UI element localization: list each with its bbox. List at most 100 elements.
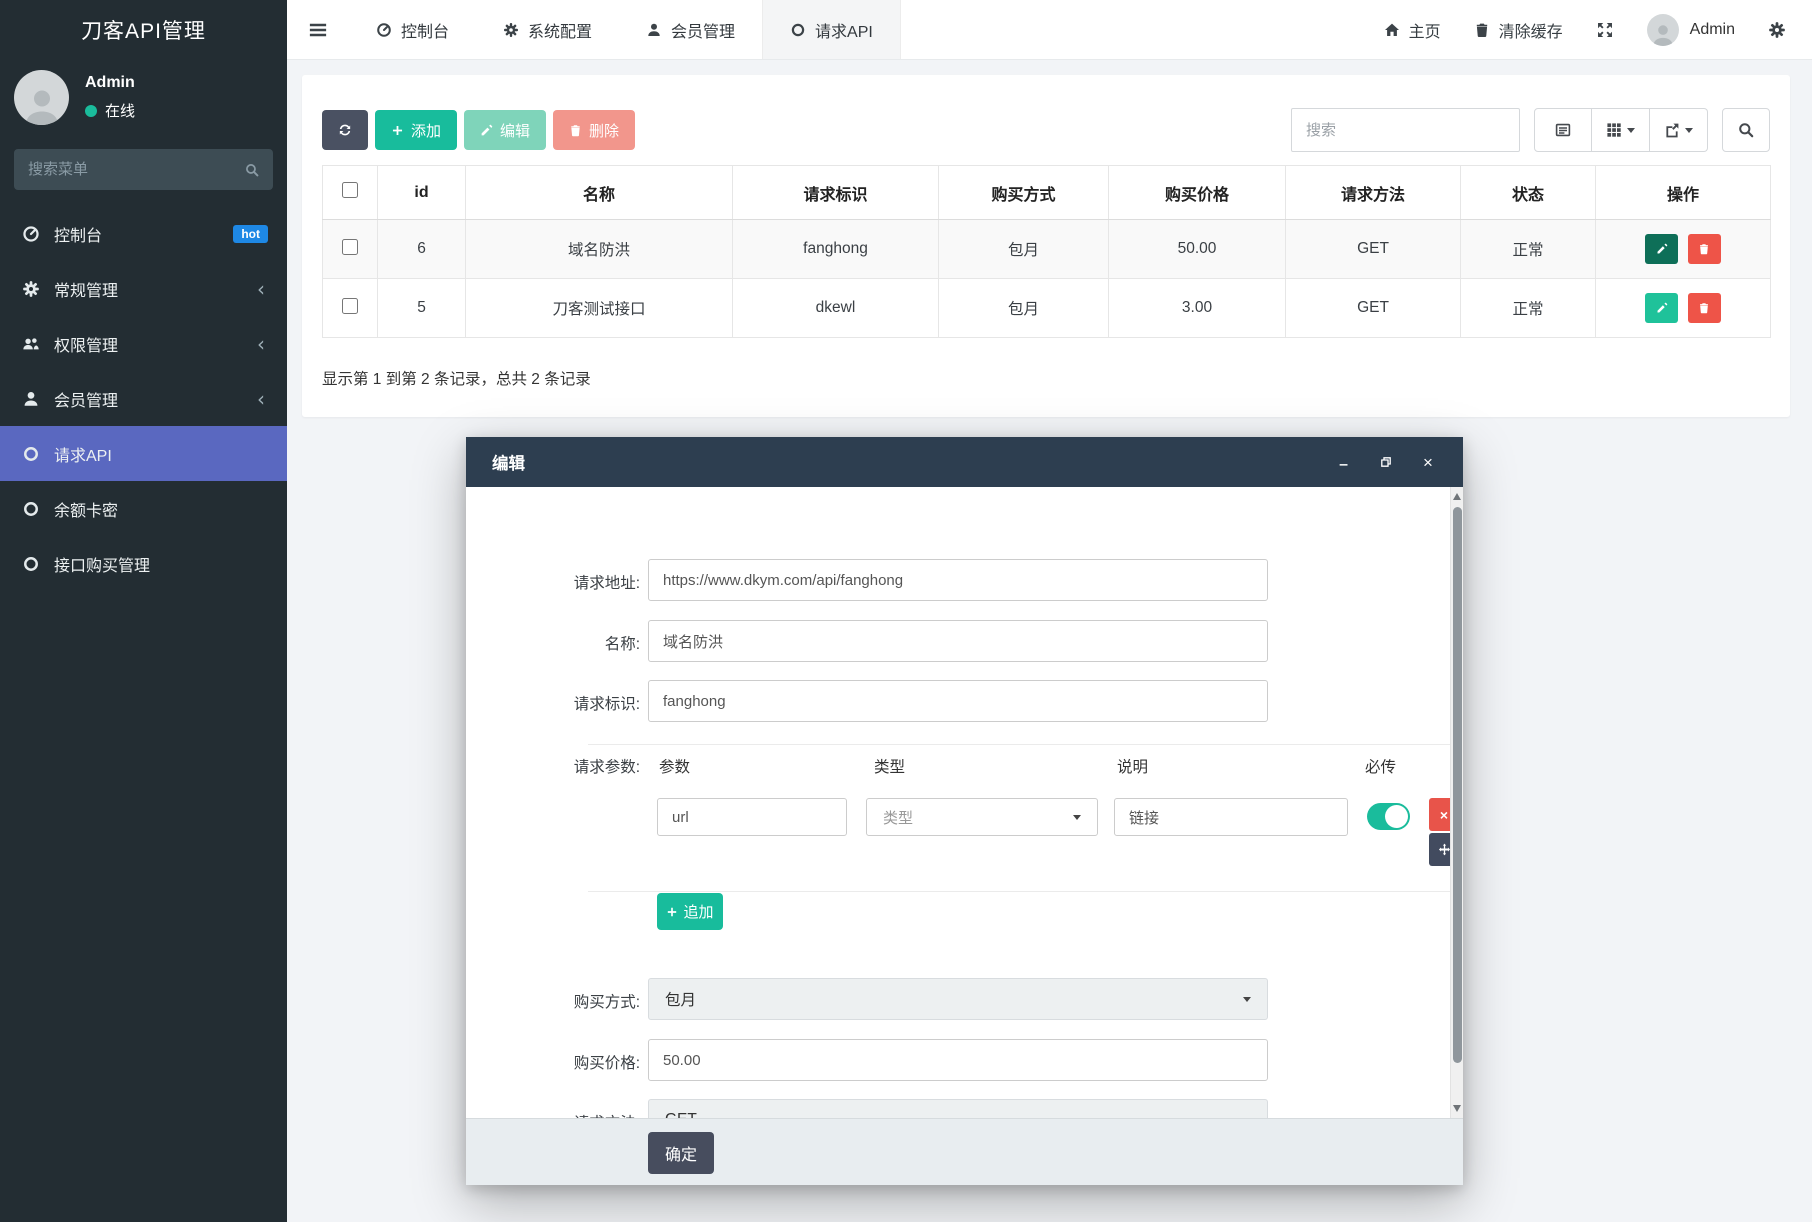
nav-user-name: Admin <box>1690 21 1735 39</box>
modal-scrollbar[interactable] <box>1450 487 1463 1118</box>
settings-button[interactable] <box>1768 21 1786 39</box>
param-col-desc: 说明 <box>1117 755 1148 777</box>
circle-icon <box>22 445 40 463</box>
search-icon[interactable] <box>245 163 259 177</box>
maximize-icon[interactable] <box>1377 453 1395 471</box>
columns-button[interactable] <box>1592 108 1650 152</box>
grid-columns-icon <box>1606 122 1622 138</box>
param-col-name: 参数 <box>659 755 690 777</box>
sidebar-item-balance-cards[interactable]: 余额卡密 <box>0 481 287 536</box>
scrollbar-thumb[interactable] <box>1453 507 1462 1063</box>
trash-icon <box>569 124 582 137</box>
tab-members[interactable]: 会员管理 <box>619 0 762 59</box>
sidebar-item-general[interactable]: 常规管理 ‹ <box>0 261 287 316</box>
sidebar-search-input[interactable] <box>28 161 245 178</box>
param-col-type: 类型 <box>874 755 905 777</box>
home-icon <box>1384 22 1400 38</box>
toggle-search-button[interactable] <box>1722 108 1770 152</box>
row-checkbox[interactable] <box>342 298 358 314</box>
row-edit-button[interactable] <box>1645 234 1678 264</box>
flag-input[interactable] <box>648 680 1268 722</box>
caret-down-icon <box>1073 815 1081 820</box>
price-label: 购买价格: <box>506 1051 640 1073</box>
sidebar-item-dashboard[interactable]: 控制台 hot <box>0 206 287 261</box>
user-menu[interactable]: Admin <box>1647 14 1735 46</box>
table-card: 添加 编辑 删除 <box>302 75 1790 417</box>
home-link[interactable]: 主页 <box>1384 18 1441 42</box>
add-button[interactable]: 添加 <box>375 110 457 150</box>
table-header-row: id 名称 请求标识 购买方式 购买价格 请求方法 状态 操作 <box>323 166 1771 220</box>
app-brand: 刀客API管理 <box>0 0 287 60</box>
param-type-select[interactable]: 类型 <box>866 798 1098 836</box>
col-actions: 操作 <box>1596 166 1771 220</box>
export-button[interactable] <box>1650 108 1708 152</box>
name-label: 名称: <box>506 632 640 654</box>
circle-icon <box>790 22 806 38</box>
trash-icon <box>1474 22 1490 38</box>
table-row: 6 域名防洪 fanghong 包月 50.00 GET 正常 <box>323 220 1771 279</box>
refresh-icon <box>338 123 352 137</box>
caret-down-icon <box>1627 128 1635 133</box>
col-id: id <box>378 166 466 220</box>
chevron-left-icon: ‹ <box>257 389 265 409</box>
avatar <box>1647 14 1679 46</box>
col-method: 请求方法 <box>1286 166 1461 220</box>
sidebar-item-members[interactable]: 会员管理 ‹ <box>0 371 287 426</box>
edit-button[interactable]: 编辑 <box>464 110 546 150</box>
tab-system-config[interactable]: 系统配置 <box>476 0 619 59</box>
price-input[interactable] <box>648 1039 1268 1081</box>
tab-request-api[interactable]: 请求API <box>762 0 901 59</box>
scroll-down-arrow[interactable] <box>1453 1105 1461 1112</box>
user-name: Admin <box>85 74 135 92</box>
gears-icon <box>22 280 40 298</box>
sidebar-search <box>14 149 273 190</box>
fullscreen-button[interactable] <box>1596 21 1614 39</box>
clear-cache-link[interactable]: 清除缓存 <box>1474 18 1563 42</box>
select-all-checkbox[interactable] <box>342 182 358 198</box>
col-name: 名称 <box>466 166 733 220</box>
online-status-dot <box>85 105 97 117</box>
modal-header[interactable]: 编辑 × <box>466 437 1463 487</box>
move-icon <box>1438 843 1451 856</box>
sidebar-item-permissions[interactable]: 权限管理 ‹ <box>0 316 287 371</box>
col-status: 状态 <box>1461 166 1596 220</box>
row-delete-button[interactable] <box>1688 293 1721 323</box>
sidebar-user-panel: Admin 在线 <box>0 60 287 139</box>
menu-toggle-icon[interactable] <box>287 0 349 59</box>
chevron-left-icon: ‹ <box>257 334 265 354</box>
col-buy-type: 购买方式 <box>939 166 1109 220</box>
gears-icon <box>1768 21 1786 39</box>
hot-badge: hot <box>233 225 268 243</box>
param-name-input[interactable] <box>657 798 847 836</box>
required-toggle[interactable] <box>1367 803 1410 830</box>
modal-footer: 确定 <box>466 1118 1463 1185</box>
delete-button[interactable]: 删除 <box>553 110 635 150</box>
request-url-input[interactable] <box>648 559 1268 601</box>
col-price: 购买价格 <box>1109 166 1286 220</box>
tachometer-icon <box>22 225 40 243</box>
table-search-input[interactable] <box>1291 108 1520 152</box>
name-input[interactable] <box>648 620 1268 662</box>
close-icon[interactable]: × <box>1419 453 1437 471</box>
tab-dashboard[interactable]: 控制台 <box>349 0 476 59</box>
row-edit-button[interactable] <box>1645 293 1678 323</box>
param-desc-input[interactable] <box>1114 798 1348 836</box>
pagination-toggle-button[interactable] <box>1534 108 1592 152</box>
pencil-icon <box>1656 243 1668 255</box>
sidebar-item-request-api[interactable]: 请求API <box>0 426 287 481</box>
flag-label: 请求标识: <box>506 692 640 714</box>
plus-icon <box>391 124 404 137</box>
append-param-button[interactable]: 追加 <box>657 893 723 930</box>
sidebar-item-api-purchase[interactable]: 接口购买管理 <box>0 536 287 591</box>
pencil-icon <box>1656 302 1668 314</box>
refresh-button[interactable] <box>322 110 368 150</box>
buy-type-select[interactable]: 包月 <box>648 978 1268 1020</box>
top-navbar: 控制台 系统配置 会员管理 请求API 主页 清除缓存 Admin <box>287 0 1812 60</box>
scroll-up-arrow[interactable] <box>1453 493 1461 500</box>
row-delete-button[interactable] <box>1688 234 1721 264</box>
confirm-button[interactable]: 确定 <box>648 1132 714 1174</box>
plus-icon <box>666 906 678 918</box>
row-checkbox[interactable] <box>342 239 358 255</box>
minimize-icon[interactable] <box>1335 453 1353 471</box>
user-status: 在线 <box>105 100 135 121</box>
